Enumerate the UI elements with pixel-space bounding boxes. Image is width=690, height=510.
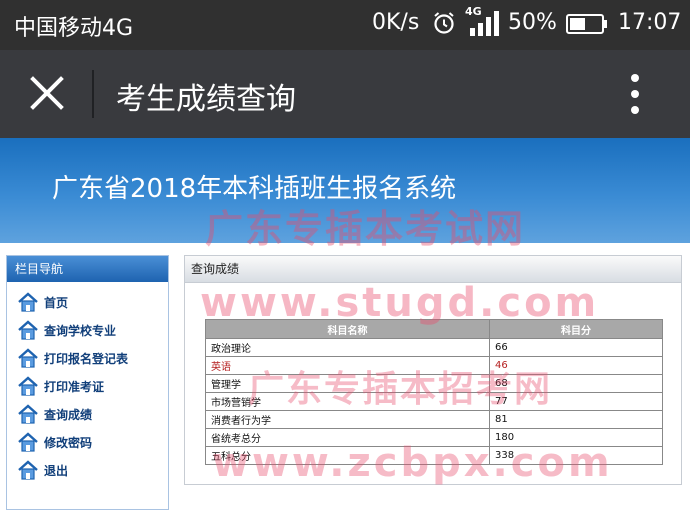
sidebar-item[interactable]: 打印准考证 bbox=[7, 372, 168, 400]
sidebar-header: 栏目导航 bbox=[7, 256, 168, 282]
score-table: 科目名称 科目分 政治理论 66 英语 46 管理学 68 市场营销学 77 消费者行为学 81 省… bbox=[205, 319, 663, 465]
score-cell: 66 bbox=[489, 338, 663, 357]
table-header-row: 科目名称 科目分 bbox=[205, 319, 663, 339]
sidebar-list: 首页查询学校专业 打印报名登记表 打印准考证查询成绩修改密码退出 bbox=[7, 288, 168, 484]
sidebar-item[interactable]: 退出 bbox=[7, 456, 168, 484]
sidebar-item-label: 打印报名登记表 bbox=[44, 351, 129, 366]
score-panel: 查询成绩 科目名称 科目分 政治理论 66 英语 46 管理学 68 市场营销学 77 消费者行… bbox=[184, 255, 682, 485]
page-title: 考生成绩查询 bbox=[116, 82, 296, 117]
sidebar-item[interactable]: 首页 bbox=[7, 288, 168, 316]
sidebar-item-label: 查询成绩 bbox=[44, 407, 93, 422]
table-row: 市场营销学 77 bbox=[205, 392, 663, 411]
more-vertical-icon[interactable] bbox=[620, 72, 650, 116]
sidebar: 栏目导航 首页查询学校专业 打印报名登记表 打印准考证查询成绩修改密码退出 bbox=[6, 255, 169, 510]
table-row: 五科总分 338 bbox=[205, 446, 663, 465]
home-icon bbox=[17, 459, 39, 481]
subject-cell: 省统考总分 bbox=[205, 428, 490, 447]
table-row: 消费者行为学 81 bbox=[205, 410, 663, 429]
score-cell: 81 bbox=[489, 410, 663, 429]
column-header-score: 科目分 bbox=[489, 319, 663, 339]
subject-cell: 管理学 bbox=[205, 374, 490, 393]
table-row: 政治理论 66 bbox=[205, 338, 663, 357]
alarm-icon bbox=[434, 12, 454, 34]
carrier-name: 中国移动4G bbox=[14, 16, 134, 41]
score-cell: 46 bbox=[489, 356, 663, 375]
sidebar-item-label: 退出 bbox=[44, 463, 69, 478]
home-icon bbox=[17, 319, 39, 341]
home-icon bbox=[17, 403, 39, 425]
column-header-subject: 科目名称 bbox=[205, 319, 490, 339]
subject-cell: 市场营销学 bbox=[205, 392, 490, 411]
clock: 17:07 bbox=[618, 10, 682, 35]
battery-icon bbox=[566, 14, 607, 34]
sidebar-item[interactable]: 查询成绩 bbox=[7, 400, 168, 428]
sidebar-item-label: 打印准考证 bbox=[44, 379, 105, 394]
battery-percent: 50% bbox=[508, 10, 557, 35]
home-icon bbox=[17, 347, 39, 369]
network-speed: 0K/s bbox=[372, 10, 420, 35]
panel-header: 查询成绩 bbox=[185, 256, 681, 283]
sidebar-item[interactable]: 修改密码 bbox=[7, 428, 168, 456]
table-row: 省统考总分 180 bbox=[205, 428, 663, 447]
close-icon[interactable] bbox=[28, 74, 66, 112]
app-toolbar: 考生成绩查询 bbox=[0, 50, 690, 138]
home-icon bbox=[17, 375, 39, 397]
sidebar-item[interactable]: 打印报名登记表 bbox=[7, 344, 168, 372]
toolbar-divider bbox=[92, 70, 94, 118]
score-cell: 180 bbox=[489, 428, 663, 447]
sidebar-item-label: 查询学校专业 bbox=[44, 323, 117, 338]
system-banner: 广东省2018年本科插班生报名系统 bbox=[0, 138, 690, 243]
subject-cell: 政治理论 bbox=[205, 338, 490, 357]
sidebar-item-label: 首页 bbox=[44, 295, 69, 310]
signal-icon bbox=[470, 11, 499, 36]
score-cell: 68 bbox=[489, 374, 663, 393]
sidebar-item-label: 修改密码 bbox=[44, 435, 93, 450]
subject-cell: 消费者行为学 bbox=[205, 410, 490, 429]
table-row: 英语 46 bbox=[205, 356, 663, 375]
home-icon bbox=[17, 431, 39, 453]
status-bar: 中国移动4G 0K/s 4G 50% 17:07 bbox=[0, 0, 690, 50]
subject-cell: 英语 bbox=[205, 356, 490, 375]
table-row: 管理学 68 bbox=[205, 374, 663, 393]
score-cell: 338 bbox=[489, 446, 663, 465]
system-title: 广东省2018年本科插班生报名系统 bbox=[52, 174, 457, 204]
home-icon bbox=[17, 291, 39, 313]
score-cell: 77 bbox=[489, 392, 663, 411]
subject-cell: 五科总分 bbox=[205, 446, 490, 465]
sidebar-item[interactable]: 查询学校专业 bbox=[7, 316, 168, 344]
